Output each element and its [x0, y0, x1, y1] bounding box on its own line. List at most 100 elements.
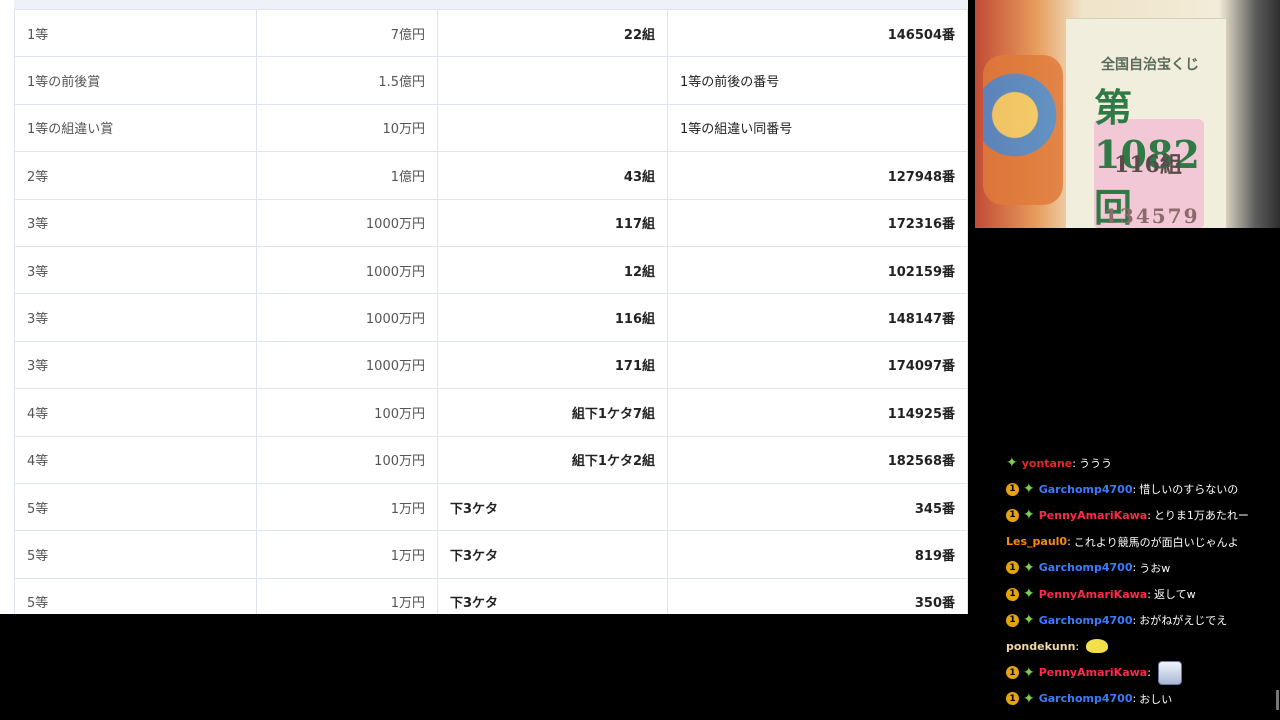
- number-cell: 114925番: [667, 388, 968, 437]
- chat-colon: :: [1147, 508, 1151, 522]
- prize-rank-cell: 3等: [14, 293, 257, 342]
- prize-amount-cell: 100万円: [256, 388, 438, 437]
- subscriber-badge-icon: 1: [1006, 587, 1019, 601]
- star-badge-icon: ✦: [1023, 586, 1035, 602]
- chat-colon: :: [1067, 535, 1071, 549]
- chat-message: ✦ yontane: ううう: [1006, 452, 1112, 474]
- group-cell: 下3ケタ: [437, 482, 668, 532]
- chat-message: 1 ✦ Garchomp4700: おしい: [1006, 688, 1172, 710]
- chat-message: 1 ✦ Garchomp4700: うおw: [1006, 557, 1170, 579]
- number-cell: 182568番: [667, 435, 968, 484]
- lottery-results-panel: 1等 7億円 22組 146504番 1等の前後賞 1.5億円 1等の前後の番号 1等の組違い…: [0, 0, 968, 614]
- subscriber-badge-icon: 1: [1006, 692, 1019, 706]
- number-cell: 174097番: [667, 340, 968, 390]
- chat-scrollbar[interactable]: [1276, 690, 1279, 710]
- chat-username[interactable]: Garchomp4700: [1039, 483, 1133, 496]
- subscriber-badge-icon: 1: [1006, 666, 1019, 680]
- group-cell: [437, 103, 668, 153]
- chat-text: おしい: [1139, 692, 1173, 706]
- chat-text: とりま1万あたれー: [1153, 509, 1249, 523]
- number-cell: 350番: [667, 577, 968, 614]
- chat-text: ううう: [1078, 457, 1112, 470]
- prize-rank-cell: 5等: [14, 530, 257, 579]
- mascot-illustration: [983, 55, 1063, 205]
- table-row: 2等 1億円 43組 127948番: [14, 151, 968, 200]
- subscriber-badge-icon: 1: [1006, 508, 1019, 522]
- prize-rank-cell: 5等: [14, 482, 257, 532]
- table-row: 5等 1万円 下3ケタ 345番: [14, 482, 968, 532]
- number-cell: 146504番: [667, 8, 968, 58]
- chat-colon: :: [1132, 561, 1137, 575]
- table-row: 1等 7億円 22組 146504番: [14, 8, 968, 58]
- chat-message: pondekunn:: [1006, 635, 1109, 657]
- number-cell: 345番: [667, 482, 968, 532]
- chat-username[interactable]: Les_paul0: [1006, 535, 1067, 548]
- prize-rank-cell: 4等: [14, 388, 257, 437]
- prize-amount-cell: 7億円: [256, 8, 438, 58]
- chat-message: 1 ✦ Garchomp4700: おがねがえじでえ: [1006, 609, 1227, 631]
- prize-rank-cell: 2等: [14, 151, 257, 200]
- table-row: 3等 1000万円 12組 102159番: [14, 245, 968, 295]
- table-row: 4等 100万円 組下1ケタ2組 182568番: [14, 435, 968, 484]
- chat-colon: :: [1147, 666, 1151, 680]
- table-row: 3等 1000万円 117組 172316番: [14, 198, 968, 247]
- table-row: 1等の組違い賞 10万円 1等の組違い同番号: [14, 103, 968, 153]
- star-badge-icon: ✦: [1023, 481, 1035, 498]
- prize-amount-cell: 10万円: [256, 103, 438, 153]
- group-cell: 43組: [437, 151, 668, 200]
- chat-username[interactable]: Garchomp4700: [1039, 692, 1133, 705]
- webcam-overlay: 全国自治宝くじ 第1082回 116組 134579: [975, 0, 1280, 228]
- table-row: 3等 1000万円 116組 148147番: [14, 293, 968, 342]
- chat-text: おがねがえじでえ: [1139, 614, 1228, 628]
- prize-rank-cell: 4等: [14, 435, 257, 484]
- prize-amount-cell: 1000万円: [256, 198, 438, 247]
- prize-amount-cell: 1000万円: [256, 293, 438, 342]
- group-cell: 組下1ケタ7組: [437, 388, 668, 437]
- prize-amount-cell: 1000万円: [256, 245, 438, 295]
- chat-username[interactable]: Garchomp4700: [1039, 614, 1133, 627]
- prize-rank-cell: 3等: [14, 245, 257, 295]
- group-cell: 117組: [437, 198, 668, 247]
- star-badge-icon: ✦: [1023, 612, 1035, 629]
- chat-username[interactable]: PennyAmariKawa: [1039, 588, 1147, 601]
- poster-text-1: 全国自治宝くじ: [1101, 57, 1199, 73]
- lottery-poster: 全国自治宝くじ 第1082回 116組 134579: [1065, 18, 1227, 228]
- number-cell: 127948番: [667, 151, 968, 200]
- chat-username[interactable]: pondekunn: [1006, 640, 1075, 653]
- chat-colon: :: [1132, 613, 1137, 627]
- chat-username[interactable]: yontane: [1022, 457, 1073, 470]
- chat-username[interactable]: PennyAmariKawa: [1039, 509, 1147, 522]
- chat-username[interactable]: Garchomp4700: [1039, 561, 1133, 574]
- poster-text-4: 134579: [1104, 204, 1200, 228]
- prize-amount-cell: 1000万円: [256, 340, 438, 390]
- number-cell: 102159番: [667, 245, 968, 295]
- prize-rank-cell: 1等の組違い賞: [14, 103, 257, 153]
- prize-rank-cell: 5等: [14, 577, 257, 614]
- chat-username[interactable]: PennyAmariKawa: [1039, 666, 1147, 679]
- table-row: 4等 100万円 組下1ケタ7組 114925番: [14, 388, 968, 437]
- group-cell: 171組: [437, 340, 668, 390]
- prize-amount-cell: 1万円: [256, 530, 438, 579]
- chat-message: 1 ✦ PennyAmariKawa: とりま1万あたれー: [1006, 504, 1249, 526]
- table-row: 5等 1万円 下3ケタ 350番: [14, 577, 968, 614]
- number-cell: 148147番: [667, 293, 968, 342]
- prize-amount-cell: 1億円: [256, 151, 438, 200]
- chat-text: これより競馬のが面白いじゃんよ: [1073, 535, 1239, 549]
- prize-rank-cell: 3等: [14, 340, 257, 390]
- star-badge-icon: ✦: [1023, 664, 1035, 681]
- subscriber-badge-icon: 1: [1006, 561, 1019, 575]
- number-cell: 1等の前後の番号: [667, 56, 968, 105]
- chat-colon: :: [1147, 587, 1151, 601]
- prize-rank-cell: 3等: [14, 198, 257, 247]
- prize-amount-cell: 1.5億円: [256, 56, 438, 105]
- prize-rank-cell: 1等の前後賞: [14, 56, 257, 105]
- duck-emote-icon: [1086, 639, 1109, 654]
- table-row: 1等の前後賞 1.5億円 1等の前後の番号: [14, 56, 968, 105]
- prize-amount-cell: 1万円: [256, 577, 438, 614]
- star-badge-icon: ✦: [1023, 507, 1035, 524]
- group-cell: 下3ケタ: [437, 530, 668, 579]
- number-cell: 1等の組違い同番号: [667, 103, 968, 153]
- prize-amount-cell: 100万円: [256, 435, 438, 484]
- star-badge-icon: ✦: [1006, 455, 1018, 471]
- table-row: 3等 1000万円 171組 174097番: [14, 340, 968, 390]
